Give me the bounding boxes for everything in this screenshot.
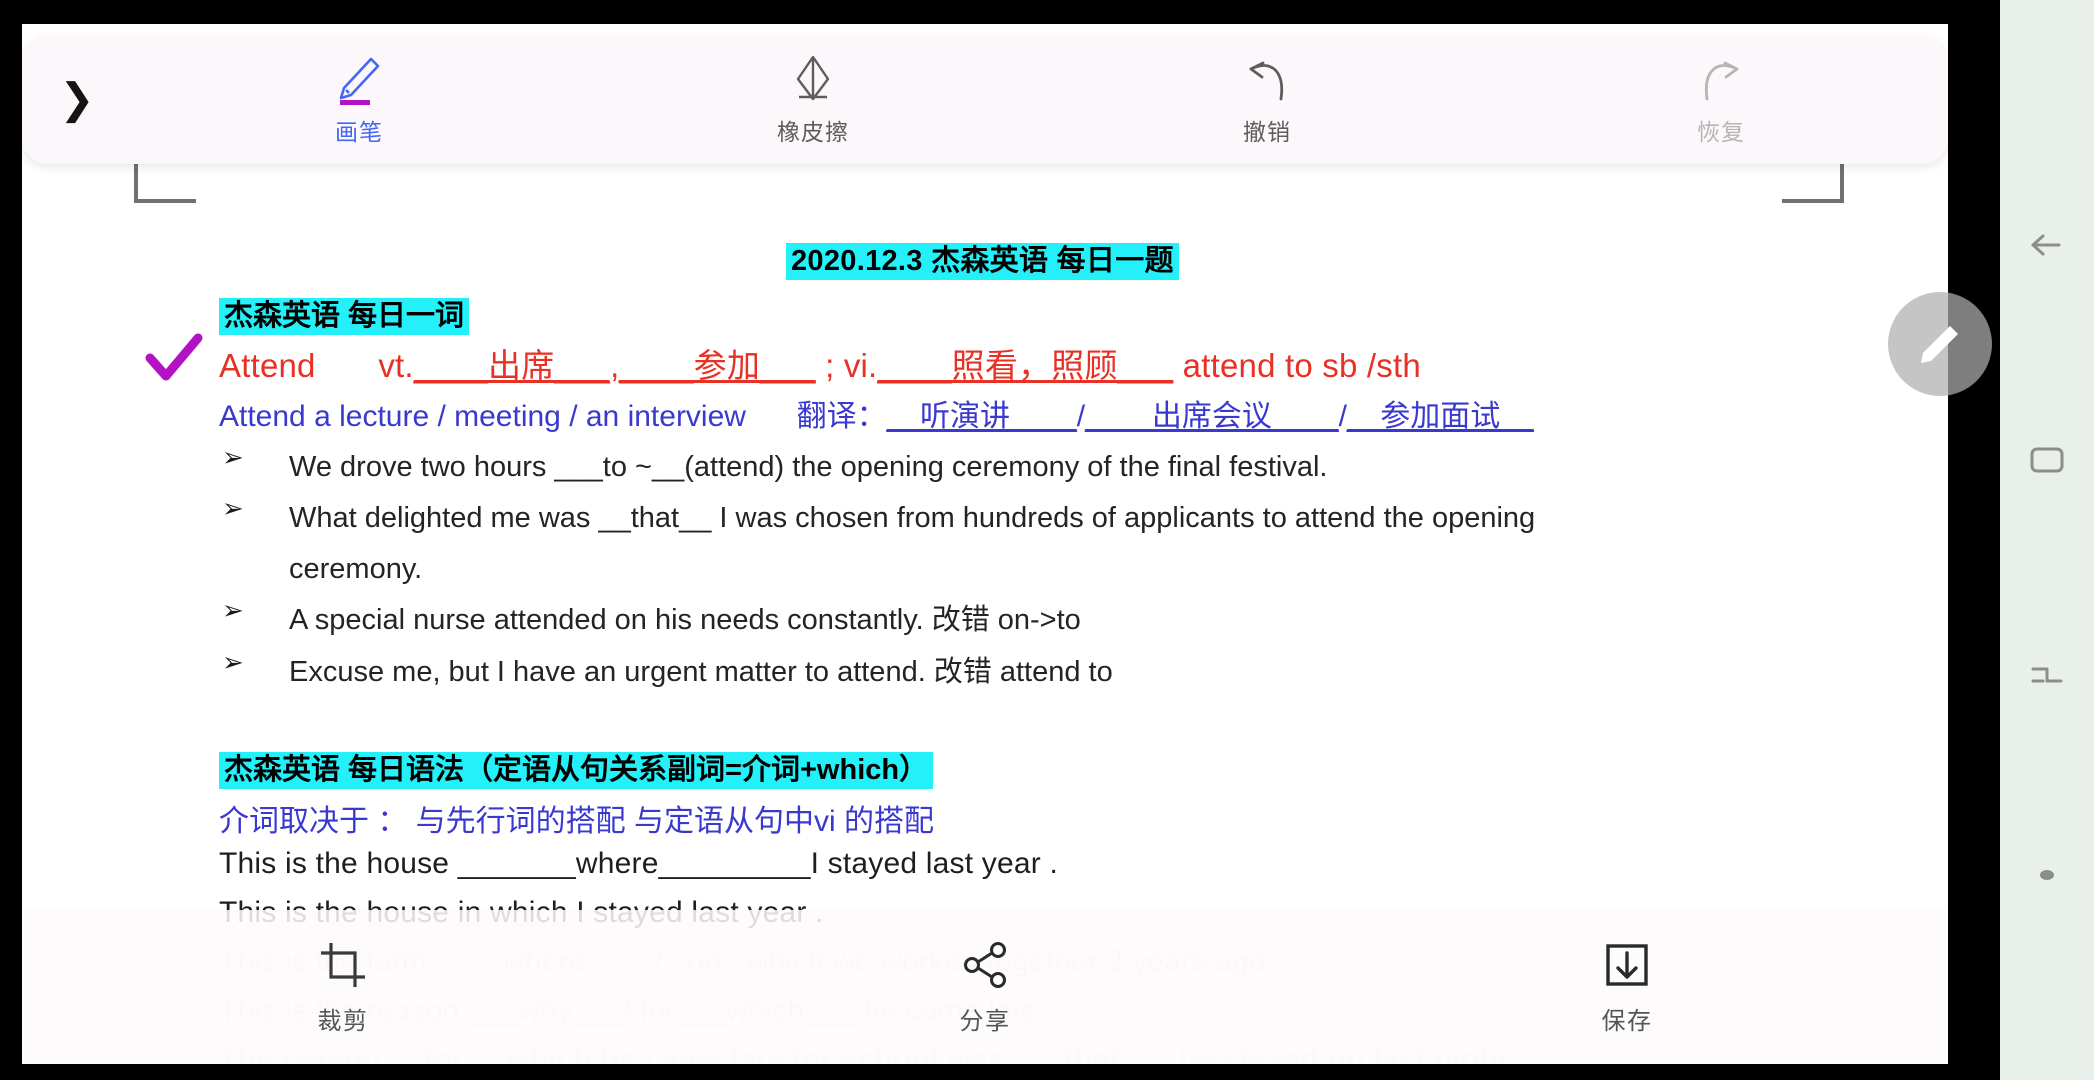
- note-title: 2020.12.3 杰森英语 每日一题: [786, 237, 1179, 280]
- vt-blank-2: ____参加___: [619, 347, 816, 384]
- list-item: ➢ A special nurse attended on his needs …: [222, 595, 1922, 645]
- vi-label: vi.: [843, 347, 878, 384]
- undo-icon: [1241, 53, 1293, 105]
- home-square-icon: [2030, 447, 2064, 473]
- toolbar-item-redo[interactable]: 恢复: [1494, 53, 1948, 147]
- action-label: 保存: [1601, 1007, 1653, 1035]
- list-item-text: A special nurse attended on his needs co…: [289, 604, 1081, 636]
- translation-3: __参加面试__: [1346, 400, 1534, 433]
- floating-pen-button[interactable]: [1888, 292, 1992, 396]
- save-download-icon: [1602, 939, 1652, 991]
- nav-recents-button[interactable]: [2000, 630, 2094, 720]
- section-heading-grammar: 杰森英语 每日语法（定语从句关系副词=介词+which）: [219, 746, 934, 789]
- toolbar-item-label: 橡皮擦: [777, 119, 849, 145]
- list-item-text: Excuse me, but I have an urgent matter t…: [289, 656, 1113, 688]
- toolbar-item-undo[interactable]: 撤销: [1040, 53, 1494, 147]
- action-bar: 裁剪 分享 保存: [22, 910, 1948, 1064]
- chevron-right-icon: ❯: [59, 74, 95, 122]
- share-icon: [960, 939, 1010, 991]
- bezel-right: [1948, 0, 2000, 1080]
- crop-icon: [318, 939, 368, 991]
- crop-corner-top-right[interactable]: [1782, 159, 1844, 203]
- back-arrow-icon: [2031, 234, 2061, 256]
- toolbar-item-label: 画笔: [335, 119, 383, 145]
- bezel-bottom: [0, 1064, 2094, 1080]
- bezel-left: [0, 0, 22, 1080]
- check-mark-annotation: [145, 333, 203, 381]
- pen-edit-icon: [1921, 326, 1958, 363]
- vt-blank-1: ____出席___,: [413, 347, 620, 384]
- list-item-text: ceremony.: [289, 553, 423, 585]
- pen-icon: [333, 53, 385, 105]
- collocation-line: Attend a lecture / meeting / an intervie…: [219, 391, 1534, 435]
- eraser-icon: [787, 53, 839, 105]
- grammar-example-1: This is the house _______where_________I…: [219, 847, 1059, 880]
- word-phrase: attend to sb /sth: [1173, 347, 1421, 384]
- document-canvas[interactable]: 2020.12.3 杰森英语 每日一题 杰森英语 每日一词 Attend vt.…: [22, 24, 1948, 1064]
- bullet-marker: ➢: [222, 647, 244, 677]
- list-item: ➢ We drove two hours ___to ~__(attend) t…: [222, 442, 1922, 492]
- vt-label: vt.: [378, 347, 414, 384]
- translate-label: 翻译：: [796, 400, 887, 433]
- toolbar-item-label: 撤销: [1243, 119, 1291, 145]
- bullet-marker: ➢: [222, 442, 244, 472]
- translation-2: ____出席会议____: [1085, 400, 1339, 433]
- dot-indicator-icon: [2040, 870, 2054, 880]
- toolbar-items: 画笔 橡皮擦 撤销 恢复: [132, 53, 1948, 147]
- screen: 2020.12.3 杰森英语 每日一题 杰森英语 每日一词 Attend vt.…: [0, 0, 2094, 1080]
- action-label: 裁剪: [317, 1007, 369, 1035]
- list-item: ➢ Excuse me, but I have an urgent matter…: [222, 647, 1922, 697]
- action-crop[interactable]: 裁剪: [22, 939, 664, 1036]
- translation-slash-2: /: [1338, 400, 1347, 433]
- translation-1: __听演讲____: [886, 400, 1077, 433]
- vi-blank: ____照看，照顾___: [877, 347, 1174, 384]
- toolbar-item-label: 恢复: [1697, 119, 1745, 145]
- translation-slash-1: /: [1076, 400, 1086, 433]
- word-entry-line: Attend vt.____出席___,____参加___ ; vi.____照…: [219, 339, 1421, 387]
- list-item: ➢ What delighted me was __that__ I was c…: [222, 493, 1942, 543]
- list-item-continuation: ceremony.: [222, 544, 1922, 594]
- system-navigation-bar: [2000, 0, 2094, 1080]
- expand-toolbar-button[interactable]: ❯: [22, 36, 132, 164]
- toolbar-item-eraser[interactable]: 橡皮擦: [586, 53, 1040, 147]
- list-item-text: We drove two hours ___to ~__(attend) the…: [289, 451, 1328, 483]
- entry-separator: ;: [815, 347, 844, 384]
- edit-toolbar: ❯ 画笔 橡皮擦 撤销 恢复: [22, 36, 1948, 164]
- toolbar-item-pen[interactable]: 画笔: [132, 53, 586, 147]
- list-item-text: What delighted me was __that__ I was cho…: [289, 502, 1536, 534]
- collocation-english: Attend a lecture / meeting / an intervie…: [219, 400, 746, 433]
- grammar-rule-line: 介词取决于 ： 与先行词的搭配 与定语从句中vi 的搭配: [219, 805, 935, 838]
- nav-back-button[interactable]: [2000, 200, 2094, 290]
- headword: Attend: [219, 347, 316, 384]
- crop-corner-top-left[interactable]: [134, 159, 196, 203]
- nav-home-button[interactable]: [2000, 415, 2094, 505]
- redo-icon: [1695, 53, 1747, 105]
- bullet-marker: ➢: [222, 493, 244, 523]
- bullet-marker: ➢: [222, 595, 244, 625]
- recents-icon: [2031, 667, 2063, 683]
- action-share[interactable]: 分享: [664, 939, 1306, 1036]
- bezel-top: [0, 0, 2094, 24]
- action-save[interactable]: 保存: [1306, 939, 1948, 1036]
- nav-dot-indicator[interactable]: [2000, 830, 2094, 920]
- section-heading-word: 杰森英语 每日一词: [219, 292, 470, 335]
- action-label: 分享: [959, 1007, 1011, 1035]
